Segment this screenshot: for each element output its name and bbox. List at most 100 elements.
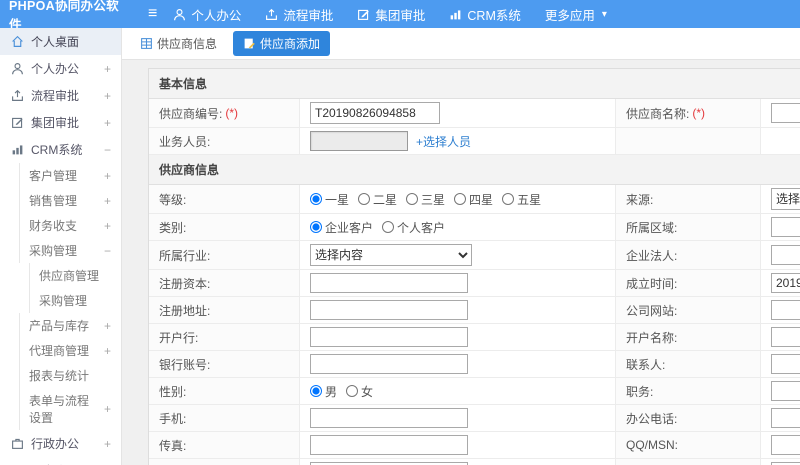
sidebar-label: CRM系统 (31, 143, 83, 157)
legal-person-input[interactable] (771, 245, 800, 265)
sidebar-item-purchase-mgmt[interactable]: 采购管理 − (19, 238, 121, 263)
industry-select[interactable]: 选择内容 (310, 244, 472, 266)
radio-button[interactable] (310, 385, 322, 397)
expand-icon[interactable]: + (104, 89, 111, 103)
flow-icon (266, 8, 278, 20)
contact-input[interactable] (771, 354, 800, 374)
expand-icon[interactable]: + (104, 116, 111, 130)
sidebar-item-customer-mgmt[interactable]: 客户管理 + (19, 163, 121, 188)
sidebar-item-supplier-mgmt[interactable]: 供应商管理 (29, 263, 121, 288)
radio-button[interactable] (406, 193, 419, 205)
supplier-code-input[interactable] (310, 102, 440, 124)
table-icon (141, 38, 152, 49)
sidebar-item-finance[interactable]: 财务收支 + (19, 213, 121, 238)
field-label: 公司网站: (616, 297, 761, 323)
qq-msn-input[interactable] (771, 435, 800, 455)
section-header-supplier-info: 供应商信息 (149, 155, 800, 185)
field-label: 企业法人: (616, 241, 761, 269)
category-option[interactable]: 个人客户 (382, 219, 445, 236)
sidebar-item-sales-mgmt[interactable]: 销售管理 + (19, 188, 121, 213)
radio-button[interactable] (358, 193, 371, 205)
tab-supplier-info[interactable]: 供应商信息 (134, 31, 223, 56)
level-option[interactable]: 五星 (502, 191, 541, 208)
level-option[interactable]: 三星 (406, 191, 445, 208)
office-phone-input[interactable] (771, 408, 800, 428)
established-date-input[interactable] (771, 273, 800, 293)
choose-person-link[interactable]: +选择人员 (416, 133, 471, 150)
level-option[interactable]: 二星 (358, 191, 397, 208)
section-header-basic-info: 基本信息 (149, 69, 800, 99)
required-marker: (*) (692, 106, 706, 120)
sidebar-label: 财务收支 (29, 219, 78, 233)
account-name-input[interactable] (771, 327, 800, 347)
top-bar: PHPOA协同办公软件 ≡ 个人办公 流程审批 集团审批 CRM系统 更多应用 … (0, 0, 800, 32)
supplier-name-input[interactable] (771, 103, 800, 123)
sidebar-item-group-approval[interactable]: 集团审批 + (0, 109, 121, 136)
radio-button[interactable] (346, 385, 359, 397)
level-option[interactable]: 四星 (454, 191, 493, 208)
fax-input[interactable] (310, 435, 468, 455)
sidebar-item-form-flow-settings[interactable]: 表单与流程设置 + (19, 388, 121, 430)
bank-input[interactable] (310, 327, 468, 347)
topnav-group-approval[interactable]: 集团审批 (357, 5, 425, 24)
sidebar-label: 销售管理 (29, 194, 78, 208)
salesperson-input[interactable] (310, 131, 408, 151)
expand-icon[interactable]: + (104, 194, 111, 208)
field-label: 来源: (616, 185, 761, 213)
registered-address-input[interactable] (310, 300, 468, 320)
field-label: 所属行业: (149, 241, 300, 269)
sidebar-item-workflow-approval[interactable]: 流程审批 + (0, 82, 121, 109)
sidebar-label: 代理商管理 (29, 344, 90, 358)
expand-icon[interactable]: + (104, 319, 111, 333)
expand-icon[interactable]: + (104, 344, 111, 358)
position-input[interactable] (771, 381, 800, 401)
mobile-input[interactable] (310, 408, 468, 428)
radio-button[interactable] (454, 193, 467, 205)
radio-button[interactable] (502, 193, 515, 205)
registered-capital-input[interactable] (310, 273, 468, 293)
sidebar-item-product-inventory[interactable]: 产品与库存 + (19, 313, 121, 338)
bank-account-input[interactable] (310, 354, 468, 374)
field-label: 开户行: (149, 324, 300, 350)
category-option[interactable]: 企业客户 (310, 219, 373, 236)
topnav-personal-office[interactable]: 个人办公 (173, 5, 241, 24)
field-label: 性别: (149, 378, 300, 404)
radio-button[interactable] (310, 193, 322, 205)
collapse-icon[interactable]: − (104, 244, 111, 258)
expand-icon[interactable]: + (104, 437, 111, 451)
gender-option[interactable]: 男 (310, 383, 337, 400)
expand-icon[interactable]: + (104, 402, 111, 416)
form-row: 开户行: 开户名称: (149, 324, 800, 351)
level-option[interactable]: 一星 (310, 191, 349, 208)
expand-icon[interactable]: + (104, 219, 111, 233)
sidebar-item-purchasing[interactable]: 采购管理 (29, 288, 121, 313)
sidebar-item-crm-system[interactable]: CRM系统 − (0, 136, 121, 163)
radio-button[interactable] (382, 221, 395, 233)
briefcase-icon (12, 438, 23, 449)
sidebar-item-human-resources[interactable]: 人力资源 + (0, 457, 121, 465)
sidebar-item-personal-office[interactable]: 个人办公 + (0, 55, 121, 82)
flow-icon (12, 89, 23, 101)
sidebar-item-agent-mgmt[interactable]: 代理商管理 + (19, 338, 121, 363)
form-row: 邮箱: 邮编: (149, 459, 800, 465)
topnav-more-apps[interactable]: 更多应用 ▾ (545, 5, 607, 24)
expand-icon[interactable]: + (104, 169, 111, 183)
topnav-workflow-approval[interactable]: 流程审批 (265, 5, 333, 24)
expand-icon[interactable]: + (104, 62, 111, 76)
region-input[interactable] (771, 217, 800, 237)
collapse-icon[interactable]: − (104, 143, 111, 157)
form-row: 等级: 一星 二星 三星 四星 五星 来源: 选择内容 (149, 185, 800, 214)
field-label: 银行账号: (149, 351, 300, 377)
tab-supplier-add[interactable]: 供应商添加 (233, 31, 331, 56)
radio-button[interactable] (310, 221, 322, 233)
sidebar-item-reports-stats[interactable]: 报表与统计 (19, 363, 121, 388)
level-radio-group: 一星 二星 三星 四星 五星 (300, 185, 616, 213)
hamburger-menu-icon[interactable]: ≡ (148, 6, 157, 22)
source-select[interactable]: 选择内容 (771, 188, 800, 210)
field-label: 注册地址: (149, 297, 300, 323)
company-website-input[interactable] (771, 300, 800, 320)
gender-option[interactable]: 女 (346, 383, 373, 400)
sidebar-item-personal-desktop[interactable]: 个人桌面 (0, 28, 121, 55)
topnav-crm-system[interactable]: CRM系统 (449, 5, 521, 24)
sidebar-item-admin-office[interactable]: 行政办公 + (0, 430, 121, 457)
